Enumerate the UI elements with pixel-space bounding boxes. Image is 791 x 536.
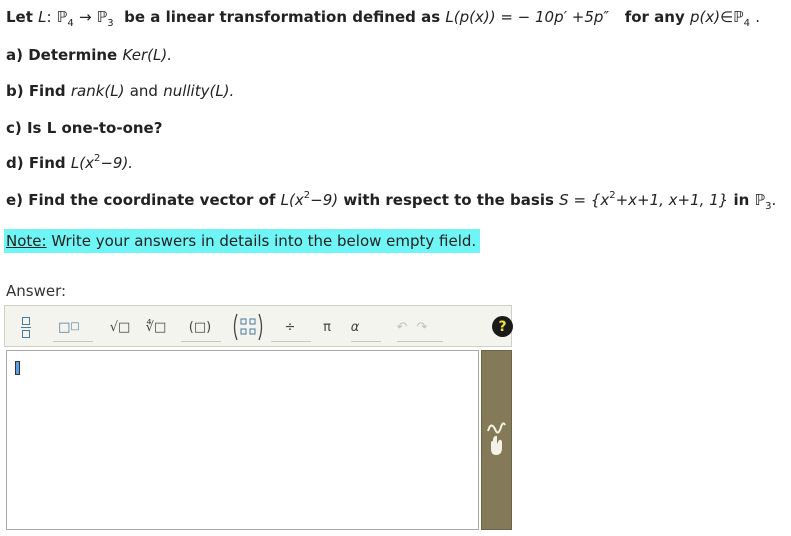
part-d: d) Find L(x2−9). [6,153,134,173]
answer-label: Answer: [6,282,67,300]
note-text: Write your answers in details into the b… [46,232,477,250]
nth-root-icon: ∜□ [145,319,167,335]
toolbar-divider [181,341,221,342]
superscript-icon: □ [58,319,71,335]
toolbar-divider [351,341,381,342]
math-toolbar: □ □ √□ ∜□ (□) ÷ π α ↶ ↷ ? [4,305,513,347]
handwriting-icon [487,422,506,455]
input-placeholder-box [15,361,20,375]
redo-button[interactable]: ↷ [413,314,431,340]
handwriting-panel[interactable] [481,350,512,530]
part-a: a) Determine Ker(L). [6,46,172,64]
undo-button[interactable]: ↶ [393,314,411,340]
fraction-icon [22,316,30,325]
nth-root-button[interactable]: ∜□ [141,314,171,340]
redo-icon: ↷ [416,319,428,335]
pi-button[interactable]: π [317,314,337,340]
help-icon: ? [498,318,507,335]
undo-icon: ↶ [396,319,408,335]
parentheses-icon: (□) [188,319,212,335]
alpha-button[interactable]: α [345,314,365,340]
pi-icon: π [323,319,331,335]
superscript-button[interactable]: □ □ [57,314,81,340]
matrix-icon [233,313,263,341]
toolbar-divider [53,341,93,342]
question-intro: Let L: ℙ4 → ℙ3 be a linear transformatio… [6,8,761,29]
note-banner: Note: Write your answers in details into… [4,229,481,253]
sqrt-button[interactable]: √□ [105,314,135,340]
divide-icon: ÷ [284,319,296,335]
note-label: Note: [6,232,47,250]
toolbar-divider [397,341,443,342]
sqrt-icon: √□ [109,319,131,335]
part-c: c) Is L one-to-one? [6,119,163,137]
answer-editor[interactable] [6,350,479,530]
fraction-button[interactable] [15,314,37,340]
parentheses-button[interactable]: (□) [185,314,215,340]
part-e: e) Find the coordinate vector of L(x2−9)… [6,190,777,212]
part-b: b) Find rank(L) and nullity(L). [6,82,235,100]
divide-button[interactable]: ÷ [279,314,301,340]
matrix-button[interactable] [231,311,265,343]
toolbar-divider [271,341,311,342]
help-button[interactable]: ? [492,316,513,337]
alpha-icon: α [350,319,360,335]
